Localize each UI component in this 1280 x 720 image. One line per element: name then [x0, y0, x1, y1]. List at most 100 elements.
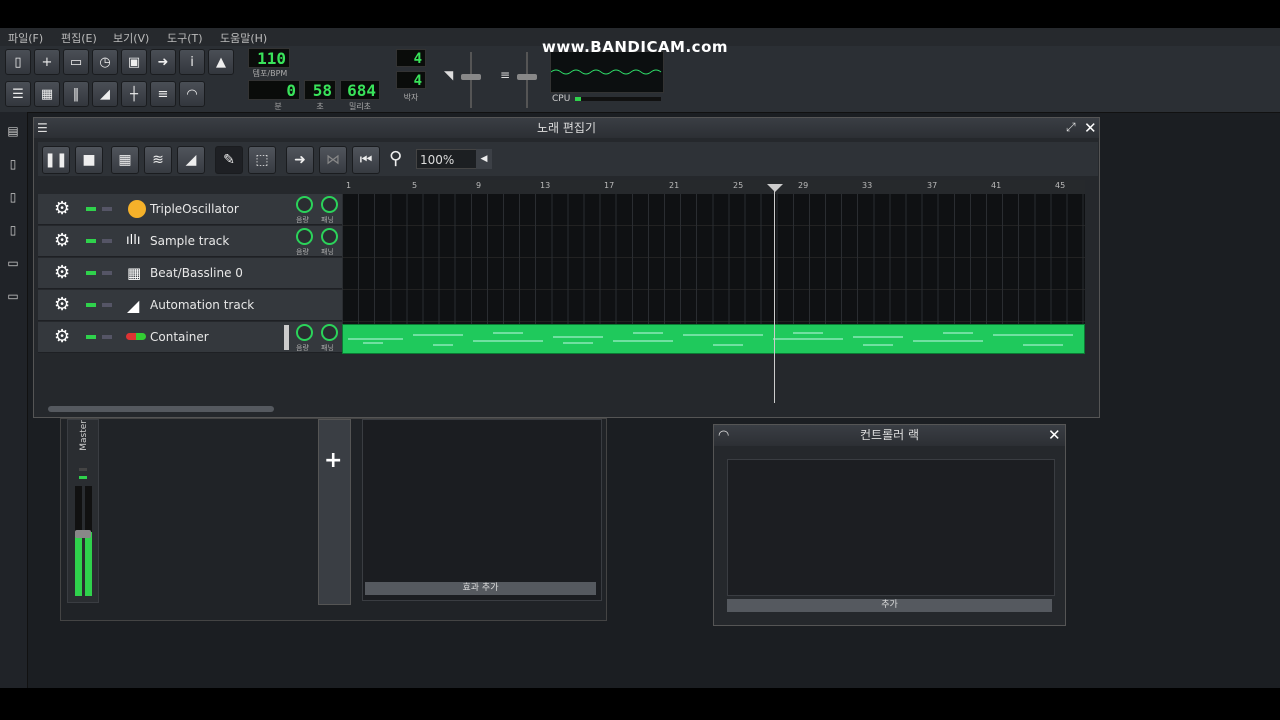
my-home-icon[interactable]: ▭	[5, 256, 21, 272]
track-row[interactable]: ⚙ ıllı Sample track 음량 패닝	[38, 226, 342, 257]
track-settings-gear-icon[interactable]: ⚙	[54, 327, 70, 347]
instrument-plugins-icon[interactable]: ▤	[5, 124, 21, 140]
piano-roll-icon[interactable]: ‖	[63, 81, 89, 107]
auto-scroll-icon[interactable]: ➜	[286, 146, 314, 174]
track-active-led[interactable]	[86, 207, 96, 211]
timeline-ruler[interactable]: 1 5 9 13 17 21 25 29 33 37 41 45	[342, 180, 1085, 194]
mixer-icon[interactable]: ┼	[121, 81, 147, 107]
save-project-icon[interactable]: ▣	[121, 49, 147, 75]
controller-list	[727, 459, 1055, 596]
maximize-icon[interactable]: ⤢	[1066, 120, 1076, 135]
track-solo-led[interactable]	[102, 303, 112, 307]
menu-edit[interactable]: 편집(E)	[61, 30, 97, 46]
add-automation-track-icon[interactable]: ◢	[177, 146, 205, 174]
master-pitch-handle[interactable]	[517, 74, 537, 80]
track-solo-led[interactable]	[102, 239, 112, 243]
track-drag-handle[interactable]	[284, 325, 289, 350]
menu-help[interactable]: 도움말(H)	[220, 30, 267, 46]
track-settings-gear-icon[interactable]: ⚙	[54, 231, 70, 251]
menu-view[interactable]: 보기(V)	[113, 30, 149, 46]
timesig-label: 박자	[403, 93, 419, 102]
volume-knob[interactable]	[296, 324, 313, 341]
root-directory-icon[interactable]: ▭	[5, 289, 21, 305]
track-active-led[interactable]	[86, 239, 96, 243]
menu-file[interactable]: 파일(F)	[8, 30, 43, 46]
edit-mode-icon[interactable]: ⬚	[248, 146, 276, 174]
tempo-display[interactable]: 110	[248, 48, 290, 68]
vu-meter-right	[85, 486, 92, 596]
add-effect-button[interactable]: 효과 추가	[365, 582, 596, 595]
my-projects-icon[interactable]: ▯	[5, 157, 21, 173]
vu-left-level	[75, 532, 82, 596]
info-icon[interactable]: i	[179, 49, 205, 75]
panning-knob[interactable]	[321, 324, 338, 341]
add-mixer-channel-button[interactable]: +	[318, 419, 351, 605]
track-settings-gear-icon[interactable]: ⚙	[54, 199, 70, 219]
track-row[interactable]: ⚙ TripleOscillator 음량 패닝	[38, 194, 342, 225]
track-solo-led[interactable]	[102, 207, 112, 211]
panning-knob[interactable]	[321, 196, 338, 213]
track-active-led[interactable]	[86, 271, 96, 275]
track-name[interactable]: Beat/Bassline 0	[150, 266, 243, 280]
metronome-icon[interactable]: ▲	[208, 49, 234, 75]
add-controller-button[interactable]: 추가	[727, 599, 1052, 612]
track-solo-led[interactable]	[102, 335, 112, 339]
my-samples-icon[interactable]: ▯	[5, 190, 21, 206]
track-row[interactable]: ⚙ Container 음량 패닝	[38, 322, 342, 353]
track-settings-gear-icon[interactable]: ⚙	[54, 295, 70, 315]
track-name[interactable]: TripleOscillator	[150, 202, 239, 216]
master-volume-handle[interactable]	[461, 74, 481, 80]
track-active-led[interactable]	[86, 303, 96, 307]
track-name[interactable]: Automation track	[150, 298, 254, 312]
volume-knob[interactable]	[296, 228, 313, 245]
timesig-denominator[interactable]: 4	[396, 71, 426, 89]
container-pattern-clip[interactable]	[342, 324, 1085, 354]
track-row[interactable]: ⚙ ◢ Automation track	[38, 290, 342, 321]
oscilloscope[interactable]	[550, 51, 664, 93]
horizontal-scrollbar[interactable]	[38, 404, 1098, 414]
master-channel[interactable]: Master	[67, 419, 99, 603]
controller-knob-icon: ◠	[718, 428, 730, 443]
new-from-template-icon[interactable]: +	[34, 49, 60, 75]
project-notes-icon[interactable]: ≡	[150, 81, 176, 107]
recent-projects-icon[interactable]: ◷	[92, 49, 118, 75]
open-project-icon[interactable]: ▭	[63, 49, 89, 75]
volume-knob[interactable]	[296, 196, 313, 213]
track-active-led[interactable]	[86, 335, 96, 339]
horizontal-scroll-thumb[interactable]	[48, 406, 274, 412]
add-beat-track-icon[interactable]: ▦	[111, 146, 139, 174]
song-editor-toolbar: ❚❚ ■ ▦ ≋ ◢ ✎ ⬚ ➜ ⋈ ⏮ ⚲ 100% ◀	[38, 142, 1098, 176]
export-icon[interactable]: ➜	[150, 49, 176, 75]
playhead-marker[interactable]	[767, 184, 783, 192]
pause-icon[interactable]: ❚❚	[42, 146, 70, 174]
master-active-led[interactable]	[79, 476, 87, 479]
time-minutes: 0	[248, 80, 300, 100]
track-settings-gear-icon[interactable]: ⚙	[54, 263, 70, 283]
master-fader-handle[interactable]	[75, 530, 91, 538]
track-name[interactable]: Container	[150, 330, 209, 344]
automation-editor-icon[interactable]: ◢	[92, 81, 118, 107]
menu-tools[interactable]: 도구(T)	[167, 30, 203, 46]
controller-rack-icon[interactable]: ◠	[179, 81, 205, 107]
song-editor-window-icon: ☰	[37, 121, 48, 135]
master-pitch-slider[interactable]	[526, 52, 528, 108]
letterbox-top	[0, 0, 1280, 28]
beat-editor-icon[interactable]: ▦	[34, 81, 60, 107]
loop-points-icon[interactable]: ⋈	[319, 146, 347, 174]
stop-behaviour-icon[interactable]: ⏮	[352, 146, 380, 174]
timesig-numerator[interactable]: 4	[396, 49, 426, 67]
draw-mode-icon[interactable]: ✎	[215, 146, 243, 174]
track-solo-led[interactable]	[102, 271, 112, 275]
panning-knob[interactable]	[321, 228, 338, 245]
stop-icon[interactable]: ■	[75, 146, 103, 174]
track-name[interactable]: Sample track	[150, 234, 229, 248]
song-editor-icon[interactable]: ☰	[5, 81, 31, 107]
my-presets-icon[interactable]: ▯	[5, 223, 21, 239]
zoom-dropdown-arrow[interactable]: ◀	[476, 149, 492, 169]
master-volume-slider[interactable]	[470, 52, 472, 108]
new-project-icon[interactable]: ▯	[5, 49, 31, 75]
track-row[interactable]: ⚙ ▦ Beat/Bassline 0	[38, 258, 342, 289]
add-sample-track-icon[interactable]: ≋	[144, 146, 172, 174]
close-icon[interactable]: ✕	[1048, 426, 1061, 444]
close-icon[interactable]: ✕	[1084, 119, 1097, 137]
